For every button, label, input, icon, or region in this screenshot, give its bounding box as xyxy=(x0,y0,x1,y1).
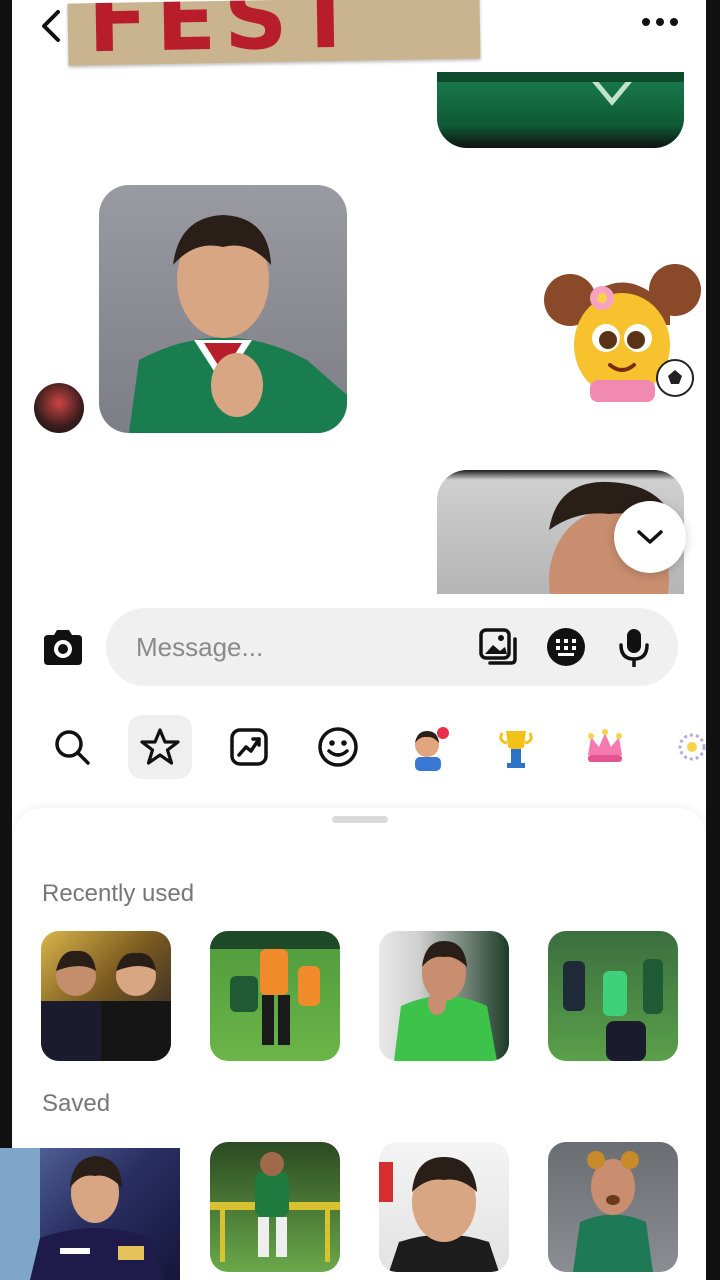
header-sticker-text: FEST xyxy=(86,0,365,66)
left-frame-bar xyxy=(0,0,12,1280)
right-frame-bar xyxy=(706,0,720,1280)
camera-button[interactable] xyxy=(40,625,86,671)
sender-avatar[interactable] xyxy=(34,383,84,433)
tab-emoji[interactable] xyxy=(306,715,370,779)
tab-sparkle-stickers[interactable] xyxy=(660,715,720,779)
tab-search[interactable] xyxy=(40,715,104,779)
back-button[interactable] xyxy=(36,4,72,44)
microphone-icon xyxy=(619,629,649,667)
recent-sticker-4[interactable] xyxy=(548,931,678,1061)
picture-in-picture-video[interactable] xyxy=(0,1148,180,1280)
more-horizontal-icon xyxy=(642,18,678,26)
keyboard-icon xyxy=(547,628,585,666)
saved-sticker-4[interactable] xyxy=(548,1142,678,1272)
microphone-button[interactable] xyxy=(614,627,654,667)
smiley-icon xyxy=(318,727,358,767)
message-input[interactable] xyxy=(136,626,466,668)
tab-trending[interactable] xyxy=(217,715,281,779)
saved-sticker-2[interactable] xyxy=(210,1142,340,1272)
panel-drag-handle[interactable] xyxy=(332,816,388,823)
sparkle-sticker-icon xyxy=(678,733,706,761)
tab-trophy-stickers[interactable] xyxy=(484,715,548,779)
gallery-button[interactable] xyxy=(478,627,518,667)
recent-sticker-1[interactable] xyxy=(41,931,171,1061)
sticker-category-tabs xyxy=(0,712,720,782)
star-icon xyxy=(140,728,180,765)
tab-crown-stickers[interactable] xyxy=(573,715,637,779)
crown-sticker-icon xyxy=(588,729,622,762)
message-composer xyxy=(106,608,678,686)
sent-photo-message[interactable] xyxy=(437,72,684,148)
trending-icon xyxy=(230,728,268,766)
avatar-sticker-icon xyxy=(415,727,449,771)
recently-used-title: Recently used xyxy=(42,880,195,907)
recent-sticker-2[interactable] xyxy=(210,931,340,1061)
search-icon xyxy=(55,730,90,765)
tab-avatar-stickers[interactable] xyxy=(395,715,459,779)
trophy-sticker-icon xyxy=(499,731,533,768)
emoji-girl-soccer-sticker[interactable] xyxy=(540,250,705,415)
saved-sticker-3[interactable] xyxy=(379,1142,509,1272)
saved-title: Saved xyxy=(42,1090,111,1117)
player-photo xyxy=(129,215,347,433)
gallery-icon xyxy=(479,628,517,665)
recent-sticker-3[interactable] xyxy=(379,931,509,1061)
chevron-left-icon xyxy=(42,10,60,42)
chevron-down-icon xyxy=(637,530,663,544)
more-options-button[interactable] xyxy=(640,10,680,34)
tab-favorites[interactable] xyxy=(128,715,192,779)
received-photo-message[interactable] xyxy=(99,185,347,433)
header-sticker-banner: FEST xyxy=(67,0,481,66)
scroll-to-bottom-button[interactable] xyxy=(614,501,686,573)
keyboard-button[interactable] xyxy=(546,627,586,667)
camera-icon xyxy=(44,630,82,665)
jersey-photo xyxy=(437,72,684,106)
